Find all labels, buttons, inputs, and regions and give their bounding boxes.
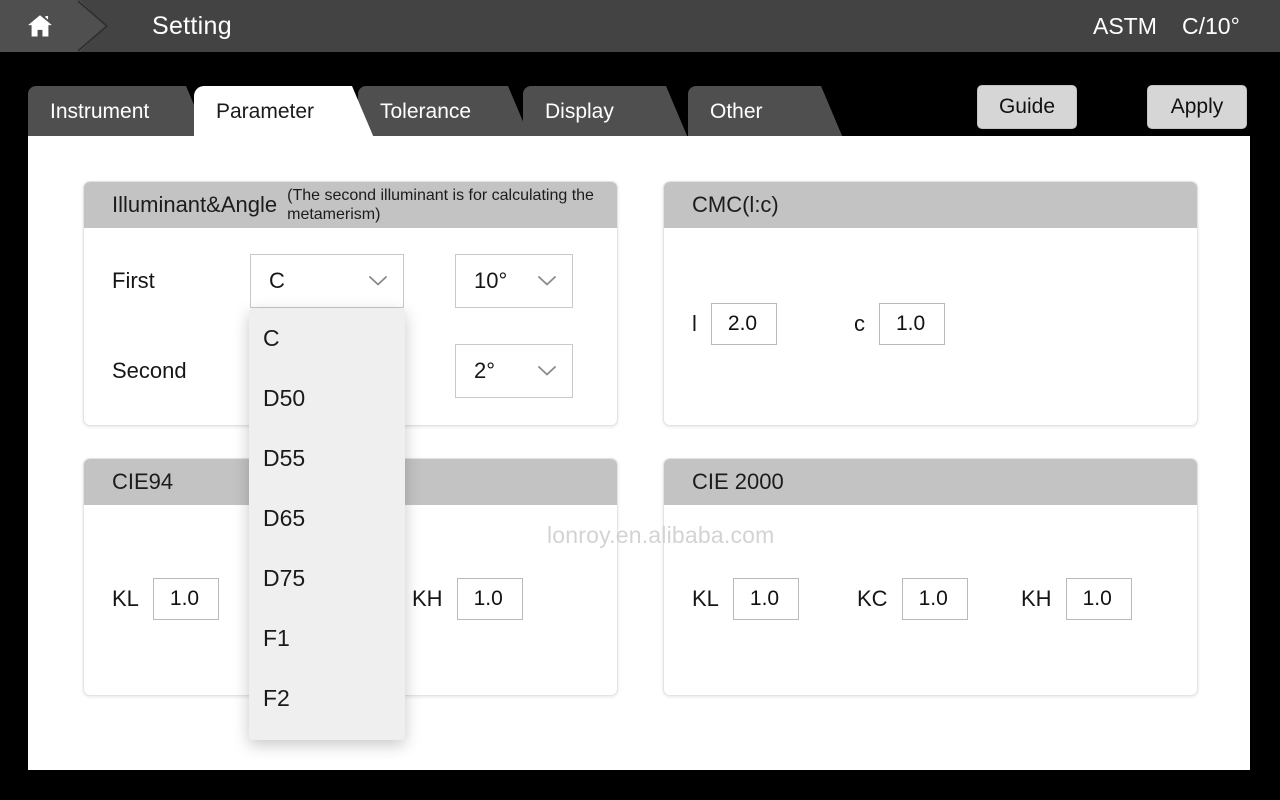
field-cmc-l: l 2.0 [692, 303, 777, 345]
dropdown-option[interactable]: F2 [249, 668, 405, 728]
chevron-down-icon [538, 276, 556, 287]
tab-instrument[interactable]: Instrument [28, 86, 208, 138]
select-first-angle[interactable]: 10° [455, 254, 573, 308]
panel-title: CIE94 [112, 469, 173, 495]
field-input[interactable]: 1.0 [902, 578, 968, 620]
app-header: Setting ASTM C/10° [0, 0, 1280, 52]
field-label: KC [857, 586, 888, 612]
field-input[interactable]: 1.0 [153, 578, 219, 620]
dropdown-option[interactable]: D65 [249, 488, 405, 548]
panel-body: l 2.0 c 1.0 [664, 228, 1197, 425]
select-value: 2° [474, 358, 495, 384]
panel-title: CMC(l:c) [692, 192, 779, 218]
field-label: KL [112, 586, 139, 612]
tab-label: Other [710, 100, 763, 124]
apply-button[interactable]: Apply [1147, 85, 1247, 129]
header-standard-label[interactable]: ASTM [1093, 0, 1157, 52]
panel-header: Illuminant&Angle (The second illuminant … [84, 182, 617, 228]
row-first-illuminant: First C 10° [84, 254, 617, 308]
field-cie2000-kc: KC 1.0 [857, 578, 968, 620]
tab-label: Tolerance [380, 100, 471, 124]
field-input[interactable]: 1.0 [1066, 578, 1132, 620]
select-value: C [269, 268, 285, 294]
field-label: KL [692, 586, 719, 612]
dropdown-option[interactable]: C [249, 308, 405, 368]
field-label: c [854, 311, 865, 337]
dropdown-option[interactable]: D75 [249, 548, 405, 608]
panel-header: CIE 2000 [664, 459, 1197, 505]
panel-note: (The second illuminant is for calculatin… [287, 186, 617, 224]
panel-cmc: CMC(l:c) l 2.0 c 1.0 [663, 181, 1198, 426]
row-label-second: Second [112, 344, 187, 398]
chevron-down-icon [538, 366, 556, 377]
field-input[interactable]: 1.0 [457, 578, 523, 620]
header-illuminant-observer-label[interactable]: C/10° [1182, 0, 1240, 52]
tab-other[interactable]: Other [688, 86, 843, 138]
field-input[interactable]: 2.0 [711, 303, 777, 345]
guide-button-label: Guide [999, 95, 1055, 119]
home-chevron-shape [80, 0, 106, 52]
select-first-illuminant[interactable]: C [250, 254, 404, 308]
field-label: KH [412, 586, 443, 612]
tab-label: Display [545, 100, 614, 124]
field-label: l [692, 311, 697, 337]
field-cie2000-kl: KL 1.0 [692, 578, 799, 620]
field-cie94-kl: KL 1.0 [112, 578, 219, 620]
tab-parameter[interactable]: Parameter [194, 86, 374, 138]
select-value: 10° [474, 268, 507, 294]
panel-title: Illuminant&Angle [112, 192, 277, 218]
app-screen: Setting ASTM C/10° Instrument Parameter … [0, 0, 1280, 800]
panel-cie2000: CIE 2000 KL 1.0 KC 1.0 KH 1.0 [663, 458, 1198, 696]
panel-title: CIE 2000 [692, 469, 784, 495]
field-cmc-c: c 1.0 [854, 303, 945, 345]
tab-label: Parameter [216, 100, 314, 124]
row-label-first: First [112, 254, 155, 308]
illuminant-dropdown-list[interactable]: C D50 D55 D65 D75 F1 F2 [249, 308, 405, 740]
field-cie94-kh: KH 1.0 [412, 578, 523, 620]
tab-bar: Instrument Parameter Tolerance Display O… [0, 86, 1280, 138]
chevron-down-icon [369, 276, 387, 287]
home-button[interactable] [0, 0, 80, 52]
field-input[interactable]: 1.0 [733, 578, 799, 620]
tab-display[interactable]: Display [523, 86, 688, 138]
dropdown-option[interactable]: D55 [249, 428, 405, 488]
panel-header: CMC(l:c) [664, 182, 1197, 228]
panel-body: KL 1.0 KC 1.0 KH 1.0 [664, 505, 1197, 695]
guide-button[interactable]: Guide [977, 85, 1077, 129]
field-input[interactable]: 1.0 [879, 303, 945, 345]
dropdown-option[interactable]: F1 [249, 608, 405, 668]
dropdown-option[interactable]: D50 [249, 368, 405, 428]
select-second-angle[interactable]: 2° [455, 344, 573, 398]
apply-button-label: Apply [1171, 95, 1224, 119]
parameter-page: Illuminant&Angle (The second illuminant … [28, 136, 1250, 770]
home-icon [25, 12, 55, 40]
field-label: KH [1021, 586, 1052, 612]
tab-tolerance[interactable]: Tolerance [358, 86, 530, 138]
field-cie2000-kh: KH 1.0 [1021, 578, 1132, 620]
page-title: Setting [152, 0, 232, 52]
tab-label: Instrument [50, 100, 149, 124]
